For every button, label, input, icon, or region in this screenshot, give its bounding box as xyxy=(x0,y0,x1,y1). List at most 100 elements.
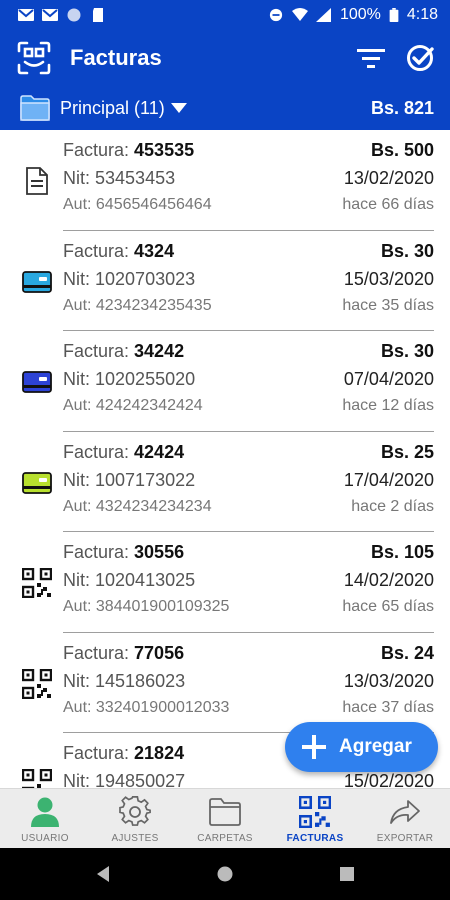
invoice-aut: 332401900012033 xyxy=(95,698,230,716)
nav-label: EXPORTAR xyxy=(376,833,434,844)
invoice-aut: 4234234235435 xyxy=(95,296,212,314)
invoice-amount: Bs. 105 xyxy=(370,542,434,562)
nav-label: AJUSTES xyxy=(111,833,159,844)
factura-label: Factura: xyxy=(63,341,135,361)
gmail-icon xyxy=(18,9,34,21)
clock: 4:18 xyxy=(406,6,438,23)
folder-name: Principal (11) xyxy=(60,97,165,118)
check-circle-icon[interactable] xyxy=(406,44,434,72)
aut-label: Aut: xyxy=(63,497,96,515)
app-bar: Facturas xyxy=(0,30,450,86)
invoice-age: hace 35 días xyxy=(342,296,434,314)
recents-icon[interactable] xyxy=(339,866,355,882)
factura-label: Factura: xyxy=(63,743,135,763)
invoice-amount: Bs. 25 xyxy=(380,441,434,462)
invoice-age: hace 65 días xyxy=(342,598,434,615)
nit-label: Nit: xyxy=(63,268,96,289)
qr-icon xyxy=(22,668,52,699)
nav-label: USUARIO xyxy=(21,833,69,844)
qr-icon xyxy=(22,769,52,788)
status-bar: 100% 4:18 xyxy=(0,0,450,30)
invoice-age: hace 66 días xyxy=(342,196,434,213)
folder-icon xyxy=(20,95,50,121)
invoice-date: 17/04/2020 xyxy=(343,469,434,490)
invoice-date: 13/02/2020 xyxy=(343,168,434,188)
invoice-row[interactable]: Factura: 4324 Bs. 30 Nit: 1020703023 15/03… xyxy=(0,231,450,331)
invoice-list[interactable]: Factura: 453535 Bs. 500 Nit: 53453453 13/0… xyxy=(0,130,450,788)
wifi-icon xyxy=(291,8,308,21)
nav-item-exportar[interactable]: EXPORTAR xyxy=(360,789,450,848)
factura-label: Factura: xyxy=(63,441,135,462)
qr-icon xyxy=(299,796,331,828)
nav-label: CARPETAS xyxy=(197,833,253,844)
invoice-number: 77056 xyxy=(134,642,185,663)
battery-percent: 100% xyxy=(339,6,381,23)
do-not-disturb-icon xyxy=(269,8,283,22)
bottom-navigation: USUARIO AJUSTES CARPETAS FACTURAS EXPORT… xyxy=(0,788,450,848)
nit-label: Nit: xyxy=(63,771,96,788)
aut-label: Aut: xyxy=(63,196,96,213)
invoice-row[interactable]: Factura: 34242 Bs. 30 Nit: 1020255020 07/0… xyxy=(0,331,450,432)
invoice-row[interactable]: Factura: 42424 Bs. 25 Nit: 1007173022 17/0… xyxy=(0,432,450,532)
sd-card-icon xyxy=(93,8,103,22)
share-arrow-icon xyxy=(390,800,420,824)
factura-label: Factura: xyxy=(63,542,135,562)
invoice-amount: Bs. 24 xyxy=(380,642,434,663)
plus-icon xyxy=(302,735,326,759)
nav-label: FACTURAS xyxy=(286,833,344,844)
invoice-nit: 145186023 xyxy=(95,670,186,691)
user-icon xyxy=(31,797,59,827)
nav-item-facturas[interactable]: FACTURAS xyxy=(270,789,360,848)
aut-label: Aut: xyxy=(63,598,96,615)
invoice-age: hace 12 días xyxy=(342,397,434,414)
add-button-label: Agregar xyxy=(339,736,412,757)
aut-label: Aut: xyxy=(63,296,96,314)
invoice-date: 15/02/2020 xyxy=(343,771,434,788)
filter-icon[interactable] xyxy=(356,46,386,70)
nav-item-carpetas[interactable]: CARPETAS xyxy=(180,789,270,848)
invoice-number: 21824 xyxy=(134,743,185,763)
chevron-down-icon xyxy=(170,103,187,113)
invoice-age: hace 2 días xyxy=(351,497,434,515)
invoice-row[interactable]: Factura: 77056 Bs. 24 Nit: 145186023 13/03… xyxy=(0,633,450,733)
invoice-nit: 1020703023 xyxy=(95,268,196,289)
factura-label: Factura: xyxy=(63,642,135,663)
scan-icon[interactable] xyxy=(16,40,52,76)
gear-icon xyxy=(119,796,151,826)
invoice-amount: Bs. 30 xyxy=(380,240,434,261)
nit-label: Nit: xyxy=(63,469,96,490)
nav-item-usuario[interactable]: USUARIO xyxy=(0,789,90,848)
system-nav-bar xyxy=(0,848,450,900)
folder-selector[interactable]: Principal (11) Bs. 821 xyxy=(0,86,450,130)
invoice-number: 453535 xyxy=(134,140,195,160)
invoice-row[interactable]: Factura: 30556 Bs. 105 Nit: 1020413025 14/… xyxy=(0,532,450,633)
invoice-row[interactable]: Factura: 453535 Bs. 500 Nit: 53453453 13/0… xyxy=(0,130,450,231)
invoice-aut: 424242342424 xyxy=(95,397,203,414)
invoice-aut: 384401900109325 xyxy=(95,598,230,615)
invoice-nit: 1020255020 xyxy=(95,369,196,389)
invoice-amount: Bs. 500 xyxy=(370,140,434,160)
page-title: Facturas xyxy=(70,45,162,70)
folder-icon xyxy=(209,798,241,826)
nit-label: Nit: xyxy=(63,670,96,691)
back-icon[interactable] xyxy=(95,865,111,883)
factura-label: Factura: xyxy=(63,240,135,261)
nit-label: Nit: xyxy=(63,168,96,188)
invoice-number: 42424 xyxy=(134,441,185,462)
invoice-date: 15/03/2020 xyxy=(343,268,434,289)
gmail-icon xyxy=(42,9,58,21)
invoice-aut: 6456546456464 xyxy=(95,196,212,213)
factura-label: Factura: xyxy=(63,140,135,160)
aut-label: Aut: xyxy=(63,397,96,414)
invoice-nit: 53453453 xyxy=(95,168,176,188)
nav-item-ajustes[interactable]: AJUSTES xyxy=(90,789,180,848)
add-invoice-button[interactable]: Agregar xyxy=(285,722,438,772)
signal-icon xyxy=(315,8,331,22)
system-icons: 100% 4:18 xyxy=(268,6,438,24)
invoice-nit: 194850027 xyxy=(95,771,186,788)
folder-total: Bs. 821 xyxy=(370,97,434,118)
card-icon xyxy=(22,371,52,393)
home-icon[interactable] xyxy=(216,865,234,883)
battery-icon xyxy=(389,8,399,22)
nit-label: Nit: xyxy=(63,570,96,590)
